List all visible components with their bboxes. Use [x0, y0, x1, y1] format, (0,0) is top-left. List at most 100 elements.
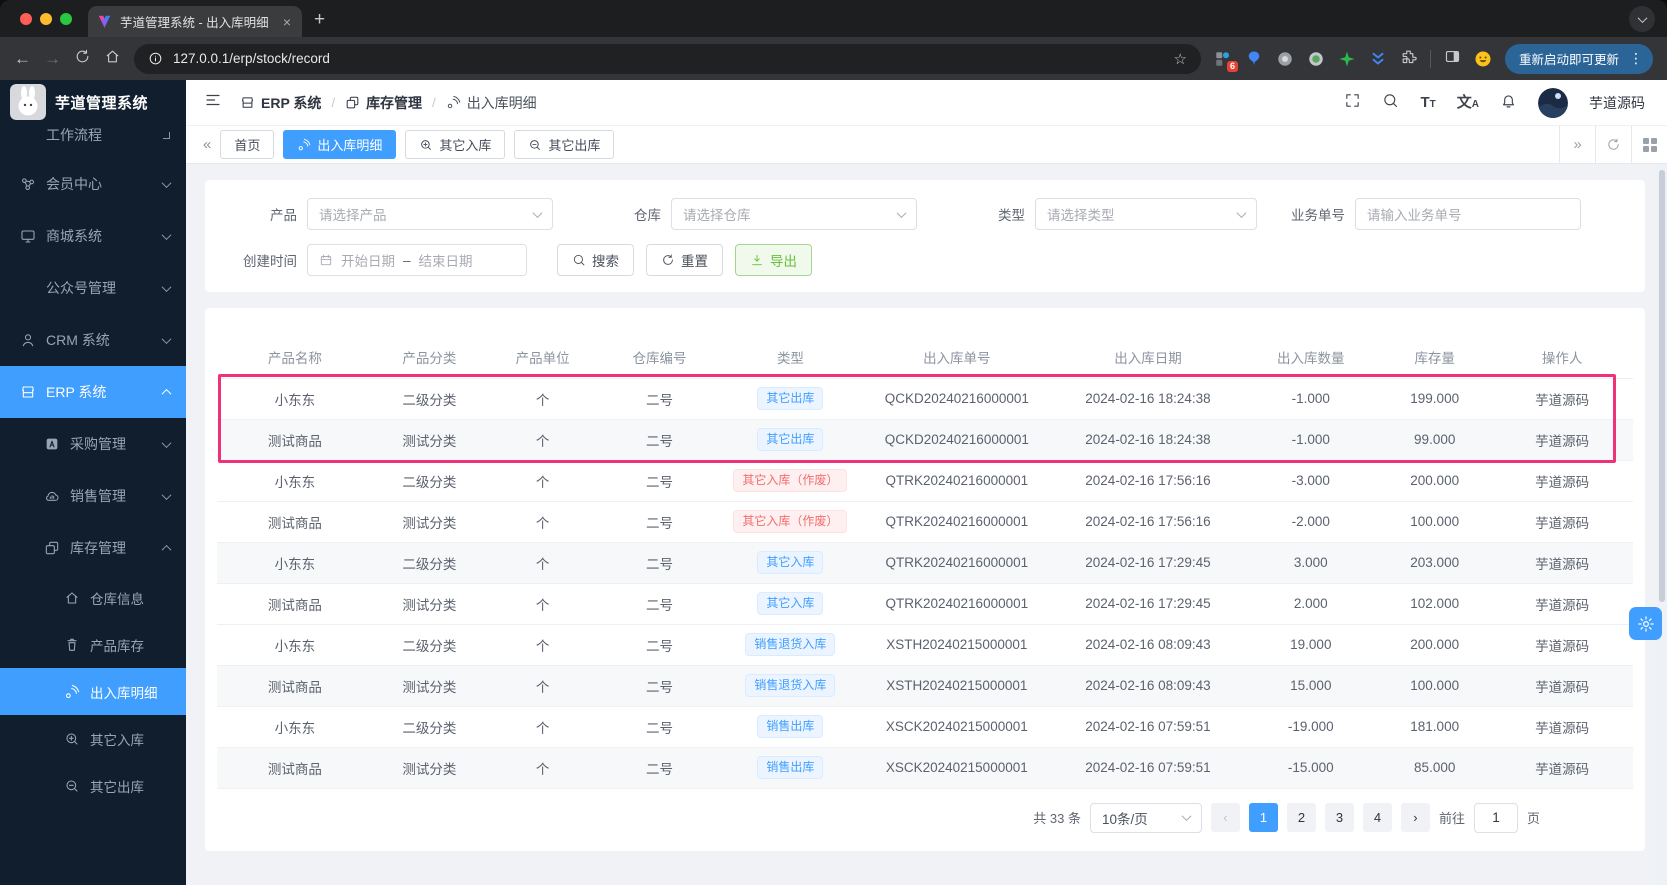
profile-emoji-avatar[interactable]: [1474, 50, 1492, 68]
type-select[interactable]: 请选择类型: [1035, 198, 1257, 230]
reload-button[interactable]: [74, 48, 91, 70]
breadcrumb-item[interactable]: 库存管理: [345, 93, 422, 113]
table-row[interactable]: 测试商品 测试分类个二号 其它入库 QTRK20240216000001 2024-02…: [217, 583, 1633, 625]
table-cell: 小东东: [217, 460, 373, 502]
fullscreen-icon[interactable]: [1344, 92, 1361, 114]
address-bar[interactable]: 127.0.0.1/erp/stock/record ☆: [134, 43, 1201, 74]
settings-fab-button[interactable]: [1629, 607, 1662, 640]
sidebar-item-sales-management[interactable]: 销售管理: [0, 470, 186, 522]
sidebar: 芋道管理系统 工作流程 会员中心 商城系统 公众号管理 CRM 系统 ERP 系统 采购管理…: [0, 80, 186, 885]
sidebar-item-other-stock-out[interactable]: 其它出库: [0, 762, 186, 809]
table-row[interactable]: 测试商品 测试分类个二号 其它出库 QCKD20240216000001 2024-02…: [217, 419, 1633, 461]
goto-page-value: 1: [1492, 810, 1500, 825]
extension-gray-circle-icon[interactable]: [1276, 50, 1294, 68]
breadcrumb-item[interactable]: ERP 系统: [240, 93, 321, 113]
warehouse-select[interactable]: 请选择仓库: [671, 198, 917, 230]
sidebar-item-member-center[interactable]: 会员中心: [0, 158, 186, 210]
extension-balloon-icon[interactable]: [1245, 50, 1263, 68]
extensions-puzzle-icon[interactable]: [1400, 48, 1417, 70]
page-button-3[interactable]: 3: [1324, 803, 1354, 832]
search-icon[interactable]: [1382, 92, 1399, 114]
record-icon: [447, 95, 460, 109]
extension-green-star-icon[interactable]: [1338, 50, 1356, 68]
tab-search-button[interactable]: [1629, 6, 1655, 32]
table-row[interactable]: 小东东 二级分类个二号 其它入库 QTRK20240216000001 2024-02-…: [217, 542, 1633, 584]
sidebar-item-product-stock[interactable]: 产品库存: [0, 621, 186, 668]
table-cell: 测试分类: [372, 665, 487, 707]
table-row[interactable]: 小东东 二级分类个二号 其它出库 QCKD20240216000001 2024-02-…: [217, 378, 1633, 420]
window-maximize-button[interactable]: [60, 13, 72, 25]
refresh-page-icon[interactable]: [1595, 126, 1631, 163]
type-cell: 销售退货入库: [719, 624, 862, 666]
sidebar-item-warehouse-info[interactable]: 仓库信息: [0, 574, 186, 621]
sidebar-item-mall-system[interactable]: 商城系统: [0, 210, 186, 262]
menu-fold-icon[interactable]: [204, 91, 222, 114]
page-button-4[interactable]: 4: [1362, 803, 1392, 832]
page-button-2[interactable]: 2: [1286, 803, 1316, 832]
window-minimize-button[interactable]: [40, 13, 52, 25]
extension-green-dot-icon[interactable]: [1307, 50, 1325, 68]
export-button[interactable]: 导出: [735, 244, 812, 276]
browser-tab[interactable]: 芋道管理系统 - 出入库明细 ×: [88, 6, 302, 37]
tabs-scroll-right-icon[interactable]: »: [1559, 126, 1595, 163]
font-size-icon[interactable]: TT: [1420, 95, 1435, 110]
sidebar-item-workflow[interactable]: 工作流程: [0, 124, 186, 158]
sidebar-item-crm-system[interactable]: CRM 系统: [0, 314, 186, 366]
table-row[interactable]: 测试商品 测试分类个二号 销售出库 XSCK20240215000001 2024-02…: [217, 747, 1633, 789]
table-row[interactable]: 小东东 二级分类个二号 其它入库（作废） QTRK20240216000001 2024…: [217, 460, 1633, 502]
table-cell: 芋道源码: [1491, 747, 1633, 789]
user-avatar[interactable]: [1538, 87, 1568, 118]
tab-home[interactable]: 首页: [220, 130, 275, 159]
table-row[interactable]: 测试商品 测试分类个二号 销售退货入库 XSTH20240215000001 2024-…: [217, 665, 1633, 707]
scrollbar-thumb[interactable]: [1659, 170, 1665, 602]
extension-adblock-icon[interactable]: 6: [1214, 50, 1238, 72]
bookmark-star-icon[interactable]: ☆: [1174, 50, 1187, 68]
sidebar-item-official-account[interactable]: 公众号管理: [0, 262, 186, 314]
product-select[interactable]: 请选择产品: [307, 198, 553, 230]
filter-card: 产品 请选择产品 仓库 请选择仓库 类型 请选择类型 业务单号 请输入业务单号 …: [205, 180, 1645, 292]
sidebar-item-stock-record[interactable]: 出入库明细: [0, 668, 186, 715]
tabs-scroll-left-icon[interactable]: «: [194, 136, 220, 153]
new-tab-button[interactable]: +: [314, 9, 325, 31]
browser-home-button[interactable]: [104, 48, 121, 70]
notification-bell-icon[interactable]: [1500, 92, 1517, 114]
browser-menu-kebab-icon[interactable]: ⋮: [1625, 50, 1647, 67]
tab-other-stock-out[interactable]: 其它出库: [514, 130, 615, 159]
sidebar-item-purchase-management[interactable]: 采购管理: [0, 418, 186, 470]
table-row[interactable]: 测试商品 测试分类个二号 其它入库（作废） QTRK20240216000001 202…: [217, 501, 1633, 543]
back-button[interactable]: ←: [14, 50, 31, 67]
forward-button[interactable]: →: [44, 50, 61, 67]
goto-page-input[interactable]: 1: [1473, 802, 1518, 833]
side-panel-icon[interactable]: [1444, 48, 1461, 70]
page-size-select[interactable]: 10条/页: [1089, 802, 1202, 833]
table-row[interactable]: 小东东 二级分类个二号 销售出库 XSCK20240215000001 2024-02-…: [217, 706, 1633, 748]
site-info-icon[interactable]: [148, 51, 163, 66]
create-time-range-input[interactable]: 开始日期 – 结束日期: [307, 244, 527, 276]
reset-button[interactable]: 重置: [646, 244, 723, 276]
search-button[interactable]: 搜索: [557, 244, 634, 276]
sidebar-item-other-stock-in[interactable]: 其它入库: [0, 715, 186, 762]
browser-update-button[interactable]: 重新启动即可更新 ⋮: [1504, 43, 1653, 74]
tab-close-icon[interactable]: ×: [281, 14, 293, 30]
tab-stock-record[interactable]: 出入库明细: [283, 130, 397, 159]
extension-double-chevron-icon[interactable]: [1369, 50, 1387, 68]
table-cell: 102.000: [1378, 583, 1492, 625]
table-row[interactable]: 小东东 二级分类个二号 销售退货入库 XSTH20240215000001 2024-0…: [217, 624, 1633, 666]
table-cell: QTRK20240216000001: [861, 583, 1053, 625]
sidebar-item-stock-management[interactable]: 库存管理: [0, 522, 186, 574]
window-close-button[interactable]: [20, 13, 32, 25]
page-button-1[interactable]: 1: [1248, 803, 1278, 832]
tab-other-stock-in[interactable]: 其它入库: [405, 130, 506, 159]
prev-page-button[interactable]: ‹: [1210, 803, 1240, 832]
language-icon[interactable]: 文A: [1457, 95, 1479, 110]
breadcrumb-item[interactable]: 出入库明细: [446, 93, 537, 113]
sidebar-item-erp-system[interactable]: ERP 系统: [0, 366, 186, 418]
biz-no-input[interactable]: 请输入业务单号: [1355, 198, 1581, 230]
app-logo-row[interactable]: 芋道管理系统: [0, 80, 186, 124]
layout-grid-icon[interactable]: [1631, 126, 1667, 163]
table-cell: QTRK20240216000001: [861, 501, 1053, 543]
page-scrollbar[interactable]: [1657, 164, 1667, 885]
biz-no-label: 业务单号: [1291, 208, 1345, 223]
next-page-button[interactable]: ›: [1400, 803, 1430, 832]
chevron-down-icon: [1236, 207, 1247, 218]
